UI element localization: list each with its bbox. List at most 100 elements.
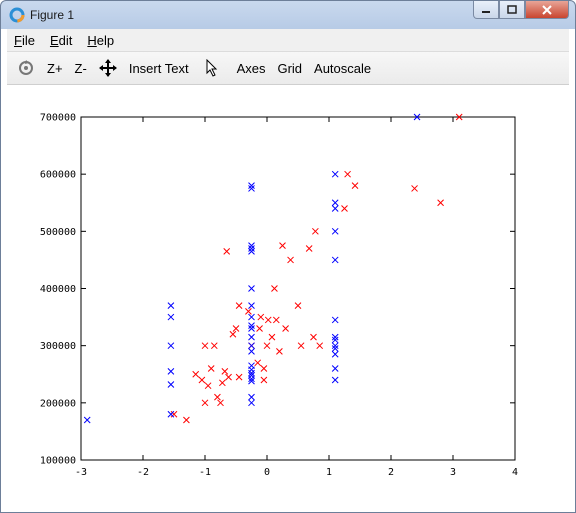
data-point-series-2	[248, 185, 255, 192]
grid-button[interactable]: Grid	[277, 61, 302, 76]
data-point-series-1	[312, 227, 319, 235]
rotate-button[interactable]	[17, 59, 35, 77]
data-point-series-1	[310, 333, 317, 341]
menu-file[interactable]: File	[14, 33, 35, 48]
data-point-series-1	[245, 308, 252, 315]
data-point-series-1	[260, 365, 268, 372]
y-tick-label: 100000	[40, 456, 76, 467]
data-point-series-2	[248, 393, 255, 401]
data-point-series-1	[411, 185, 418, 192]
data-point-series-1	[271, 285, 278, 292]
pan-button[interactable]	[98, 59, 117, 77]
data-point-series-1	[192, 370, 200, 378]
zoom-in-button[interactable]: Z+	[47, 61, 63, 76]
title-bar[interactable]: Figure 1	[1, 1, 575, 29]
data-point-series-2	[167, 381, 175, 388]
x-tick-label: 2	[388, 467, 394, 478]
data-point-series-2	[331, 336, 339, 344]
data-point-series-2	[248, 242, 255, 249]
data-point-series-2	[167, 342, 175, 350]
data-point-series-1	[201, 342, 209, 350]
data-point-series-1	[282, 325, 289, 332]
data-point-series-1	[217, 399, 224, 407]
data-point-series-2	[83, 416, 91, 424]
menu-help[interactable]: Help	[87, 33, 114, 48]
x-tick-label: 0	[264, 467, 270, 478]
autoscale-button[interactable]: Autoscale	[314, 61, 371, 76]
data-point-series-1	[225, 373, 232, 381]
x-tick-label: 3	[450, 467, 456, 478]
y-tick-label: 300000	[40, 341, 76, 352]
data-point-series-1	[207, 365, 215, 372]
data-point-series-1	[264, 316, 272, 324]
data-point-series-2	[331, 205, 339, 212]
y-tick-label: 400000	[40, 284, 76, 295]
data-point-series-1	[219, 379, 226, 387]
pan-move-icon	[98, 59, 117, 77]
data-point-series-1	[268, 333, 276, 341]
data-point-series-1	[279, 242, 286, 249]
y-tick-label: 200000	[40, 398, 76, 409]
y-tick-label: 500000	[40, 227, 76, 238]
data-point-series-2	[248, 399, 255, 407]
rotate-icon	[19, 60, 33, 75]
x-tick-label: -2	[137, 467, 149, 478]
data-point-series-1	[221, 368, 229, 375]
data-point-series-1	[204, 382, 212, 390]
data-point-series-2	[167, 410, 175, 418]
plot-axes-box	[80, 116, 516, 461]
data-point-series-2	[331, 256, 339, 264]
minimize-button[interactable]	[473, 1, 499, 19]
data-point-series-2	[331, 376, 339, 384]
axes-button[interactable]: Axes	[237, 61, 266, 76]
data-point-series-1	[297, 342, 305, 350]
y-tick-label: 700000	[40, 113, 76, 124]
data-point-series-2	[248, 348, 255, 355]
data-point-series-1	[257, 313, 265, 321]
menu-bar: File Edit Help	[7, 29, 569, 52]
data-point-series-2	[248, 342, 255, 350]
insert-text-button[interactable]: Insert Text	[129, 61, 189, 76]
data-point-series-1	[223, 247, 231, 255]
zoom-out-button[interactable]: Z-	[75, 61, 87, 76]
x-tick-label: 1	[326, 467, 332, 478]
x-tick-label: 4	[512, 467, 518, 478]
data-point-series-2	[331, 227, 339, 235]
data-point-series-2	[331, 170, 339, 178]
data-point-series-1	[351, 182, 359, 189]
data-point-series-1	[256, 325, 263, 332]
data-point-series-2	[331, 333, 339, 341]
data-point-series-2	[331, 342, 339, 350]
minimize-icon	[482, 10, 490, 13]
data-point-series-2	[167, 368, 175, 375]
data-point-series-1	[316, 342, 324, 350]
x-tick-label: -3	[75, 467, 87, 478]
data-point-series-1	[198, 376, 206, 384]
data-point-series-1	[260, 376, 268, 384]
data-point-series-1	[232, 325, 240, 332]
scatter-plot[interactable]: -3 -2 -1 0 1 2 3 4 100000 200000 300000 400000 50000…	[7, 85, 571, 507]
data-point-series-1	[235, 302, 243, 310]
menu-edit[interactable]: Edit	[50, 33, 72, 48]
data-point-series-2	[248, 285, 255, 292]
data-point-series-2	[331, 316, 339, 324]
maximize-icon	[507, 4, 517, 14]
data-point-series-1	[170, 410, 178, 418]
data-point-series-1	[214, 393, 221, 401]
data-point-series-2	[248, 322, 255, 330]
data-point-series-2	[248, 313, 255, 321]
data-point-series-1	[263, 342, 271, 350]
figure-toolbar: Z+ Z- Insert Text Axes Grid Autoscale	[7, 52, 569, 85]
data-point-series-1	[201, 399, 209, 407]
maximize-button[interactable]	[499, 1, 525, 19]
data-point-series-1	[235, 373, 243, 381]
data-point-series-1	[183, 416, 190, 424]
data-point-series-2	[248, 333, 255, 341]
select-pointer-button[interactable]	[203, 59, 221, 77]
data-point-series-2	[331, 345, 339, 352]
close-icon	[542, 4, 552, 15]
window-title: Figure 1	[30, 8, 75, 22]
figure-canvas[interactable]: -3 -2 -1 0 1 2 3 4 100000 200000 300000 400000 50000…	[7, 85, 569, 506]
close-button[interactable]	[525, 1, 569, 19]
data-point-series-1	[276, 348, 283, 355]
